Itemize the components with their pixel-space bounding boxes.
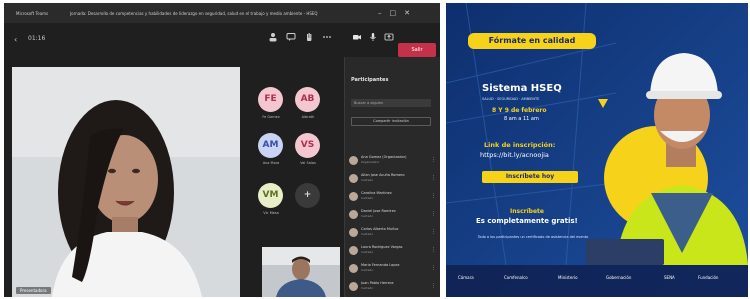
participant-role: Invitado: [361, 250, 374, 254]
app-name: Microsoft Teams: [16, 10, 49, 16]
raise-hand-icon[interactable]: [302, 31, 316, 49]
mic-icon: ⋮: [431, 283, 436, 289]
participant-row[interactable]: Ana Gomez (Organizador) Organizador ⋮: [349, 155, 437, 169]
mic-icon: ⋮: [431, 247, 436, 253]
participant-avatar[interactable]: FE: [258, 87, 283, 112]
participant-role: Invitado: [361, 214, 374, 218]
avatar-label: Aibrath: [301, 115, 315, 119]
avatar-label: Vic Mesa: [263, 211, 279, 215]
participant-row[interactable]: Allan Jose Acuña Romero Invitado ⋮: [349, 173, 437, 187]
mic-icon[interactable]: [366, 31, 380, 49]
sponsor-logos-bar: Cámara Comfenalco Ministerio Gobernación…: [446, 265, 748, 297]
presenter-video: [12, 67, 240, 297]
meeting-title: Jornada: Desarrollo de competencias y ha…: [70, 10, 318, 16]
banner-dates: 8 Y 9 de febrero: [492, 107, 547, 114]
meeting-toolbar: ‹ 01:16 Salir: [4, 23, 440, 57]
participant-row[interactable]: Laura Rodriguez Vargas Invitado ⋮: [349, 245, 437, 259]
participant-name: Allan Jose Acuña Romero: [361, 173, 405, 177]
mic-icon: ⋮: [431, 175, 436, 181]
participant-role: Invitado: [361, 196, 374, 200]
participant-avatar[interactable]: VM: [258, 183, 283, 208]
participant-name: Carolina Martinez: [361, 191, 392, 195]
mic-icon: ⋮: [431, 157, 436, 163]
banner-free-text: Es completamente gratis!: [476, 217, 578, 225]
participant-name: Carlos Alberto Muñoz: [361, 227, 399, 231]
participant-row[interactable]: Daniel Jose Ramirez Invitado ⋮: [349, 209, 437, 223]
banner-cta-button[interactable]: Inscríbete hoy: [482, 171, 578, 183]
share-invite-button[interactable]: Compartir invitación: [351, 117, 431, 126]
avatar-label: Val Salas: [300, 161, 316, 165]
sponsor-logo: Ministerio: [558, 275, 578, 280]
banner-title: Sistema HSEQ: [482, 83, 562, 94]
leave-meeting-button[interactable]: Salir: [398, 43, 436, 57]
mic-icon: ⋮: [431, 193, 436, 199]
avatar: [349, 192, 358, 201]
participant-row[interactable]: Juan Pablo Herrera Invitado ⋮: [349, 281, 437, 295]
meeting-timer: 01:16: [28, 35, 46, 42]
participant-role: Invitado: [361, 178, 374, 182]
participant-avatar[interactable]: AM: [258, 133, 283, 158]
banner-fine-print: Todo a los participantes un certificado …: [477, 235, 589, 239]
teams-meeting-window: Microsoft Teams Jornada: Desarrollo de c…: [4, 3, 440, 297]
window-title-bar: Microsoft Teams Jornada: Desarrollo de c…: [4, 3, 440, 23]
mic-icon: ⋮: [431, 229, 436, 235]
more-participants-button[interactable]: +: [295, 183, 320, 208]
banner-tag: Fórmate en calidad: [468, 33, 596, 49]
participant-role: Invitado: [361, 268, 374, 272]
banner-subtitle: SALUD · SEGURIDAD · AMBIENTE: [482, 97, 540, 101]
participant-name: Juan Pablo Herrera: [361, 281, 394, 285]
participant-name: Maria Fernanda Lopez: [361, 263, 400, 267]
main-video-name: Presentadora: [16, 287, 51, 294]
avatar: [349, 210, 358, 219]
sponsor-logo: Fundación: [698, 275, 719, 280]
camera-icon[interactable]: [350, 31, 364, 49]
participant-name: Ana Gomez (Organizador): [361, 155, 407, 159]
participant-role: Organizador: [361, 160, 380, 164]
participant-role: Invitado: [361, 232, 374, 236]
sponsor-logo: Cámara: [458, 275, 474, 280]
minimize-button[interactable]: –: [378, 9, 382, 17]
participant-row[interactable]: Maria Fernanda Lopez Invitado ⋮: [349, 263, 437, 277]
share-icon[interactable]: [382, 31, 396, 49]
banner-free-label: Inscríbete: [510, 208, 544, 215]
chat-icon[interactable]: [284, 31, 298, 49]
event-banner: Fórmate en calidad Sistema HSEQ SALUD · …: [446, 3, 748, 297]
more-icon[interactable]: [320, 31, 334, 49]
sponsor-logo: Comfenalco: [504, 275, 528, 280]
people-icon[interactable]: [266, 31, 280, 49]
sponsor-logo: SENA: [664, 275, 675, 280]
maximize-button[interactable]: □: [390, 9, 397, 17]
participant-avatar[interactable]: VS: [295, 133, 320, 158]
participants-panel: Participantes Buscar a alguien Compartir…: [344, 57, 440, 297]
avatar: [349, 156, 358, 165]
avatar-label: Fe Gomez: [262, 115, 280, 119]
mic-icon: ⋮: [431, 265, 436, 271]
participant-row[interactable]: Carolina Martinez Invitado ⋮: [349, 191, 437, 205]
self-video: [262, 247, 340, 297]
close-window-button[interactable]: ✕: [404, 9, 410, 17]
participants-search-input[interactable]: Buscar a alguien: [351, 99, 431, 107]
participant-row[interactable]: Carlos Alberto Muñoz Invitado ⋮: [349, 227, 437, 241]
avatar: [349, 174, 358, 183]
participant-name: Daniel Jose Ramirez: [361, 209, 396, 213]
participant-role: Invitado: [361, 286, 374, 290]
sponsor-logo: Gobernación: [606, 275, 632, 280]
participant-avatar[interactable]: AB: [295, 87, 320, 112]
avatar: [349, 228, 358, 237]
participants-panel-title: Participantes: [351, 77, 389, 83]
participant-name: Laura Rodriguez Vargas: [361, 245, 403, 249]
self-video-tile[interactable]: [262, 247, 340, 297]
banner-link-url[interactable]: https://bit.ly/acnoojia: [480, 151, 549, 159]
banner-time: 8 am a 11 am: [504, 116, 539, 122]
banner-link-label: Link de inscripción:: [484, 141, 556, 149]
screenshot-frame: Microsoft Teams Jornada: Desarrollo de c…: [0, 0, 750, 299]
mic-icon: ⋮: [431, 211, 436, 217]
main-video-tile[interactable]: Presentadora: [12, 67, 240, 297]
avatar-label: Ana Mora: [262, 161, 280, 165]
avatar: [349, 246, 358, 255]
avatar: [349, 282, 358, 291]
back-button[interactable]: ‹: [14, 35, 17, 44]
avatar: [349, 264, 358, 273]
